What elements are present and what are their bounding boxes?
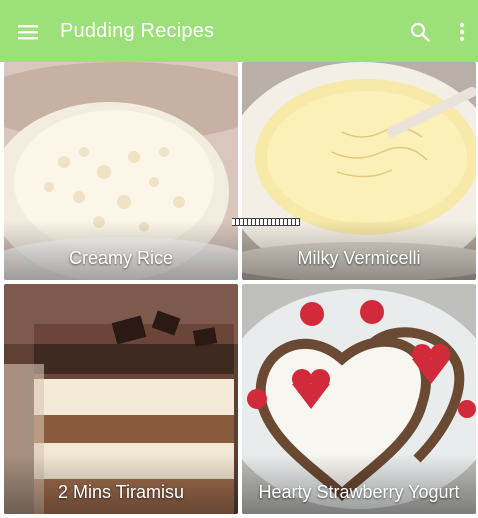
- menu-icon: [18, 25, 38, 40]
- recipe-title: Hearty Strawberry Yogurt: [258, 482, 460, 502]
- more-vert-icon: [459, 22, 465, 42]
- recipe-card[interactable]: Hearty Strawberry Yogurt: [242, 284, 476, 514]
- recipe-card[interactable]: Creamy Rice: [4, 62, 238, 280]
- scroll-indicator: [232, 218, 300, 226]
- search-icon: [410, 22, 430, 42]
- more-options-button[interactable]: [448, 16, 476, 48]
- menu-button[interactable]: [12, 16, 44, 48]
- recipe-title: Milky Vermicelli: [297, 248, 421, 268]
- app-bar: Pudding Recipes: [0, 0, 478, 62]
- recipe-card[interactable]: Milky Vermicelli: [242, 62, 476, 280]
- recipe-title: 2 Mins Tiramisu: [57, 482, 185, 502]
- recipe-title: Creamy Rice: [68, 248, 174, 268]
- recipe-card[interactable]: 2 Mins Tiramisu: [4, 284, 238, 514]
- app-title: Pudding Recipes: [60, 20, 215, 42]
- search-button[interactable]: [404, 16, 436, 48]
- recipe-grid: Creamy Rice Milky Vermicelli 2 Mins Tira…: [0, 62, 478, 518]
